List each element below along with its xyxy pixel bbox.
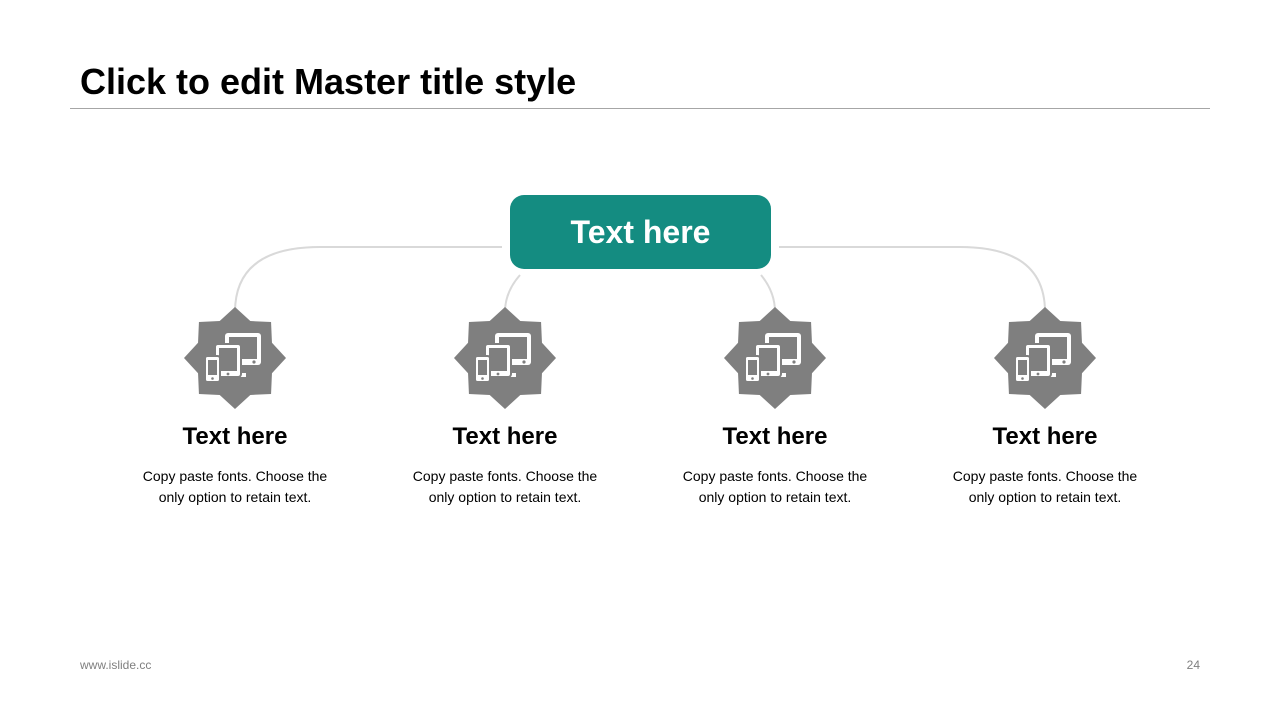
connector-left-outer (234, 246, 502, 313)
star-badge (994, 307, 1096, 409)
node-description: Copy paste fonts. Choose the only option… (952, 468, 1138, 505)
node-description: Copy paste fonts. Choose the only option… (682, 468, 868, 505)
node-title: Text here (722, 423, 828, 450)
star-badge (454, 307, 556, 409)
star-badge (724, 307, 826, 409)
diagram-node-1: Text here Copy paste fonts. Choose the o… (115, 306, 355, 508)
node-title: Text here (182, 423, 288, 450)
star-badge (184, 307, 286, 409)
footer-url: www.islide.cc (80, 658, 152, 672)
center-topic-box: Text here (510, 195, 771, 269)
connector-right-outer (779, 246, 1046, 313)
node-title: Text here (452, 423, 558, 450)
diagram-node-4: Text here Copy paste fonts. Choose the o… (925, 306, 1165, 508)
node-description: Copy paste fonts. Choose the only option… (412, 468, 598, 505)
page-number: 24 (1186, 658, 1200, 672)
center-topic-label: Text here (570, 213, 711, 250)
diagram-node-3: Text here Copy paste fonts. Choose the o… (655, 306, 895, 508)
node-description: Copy paste fonts. Choose the only option… (142, 468, 328, 505)
diagram-node-2: Text here Copy paste fonts. Choose the o… (385, 306, 625, 508)
node-title: Text here (992, 423, 1098, 450)
